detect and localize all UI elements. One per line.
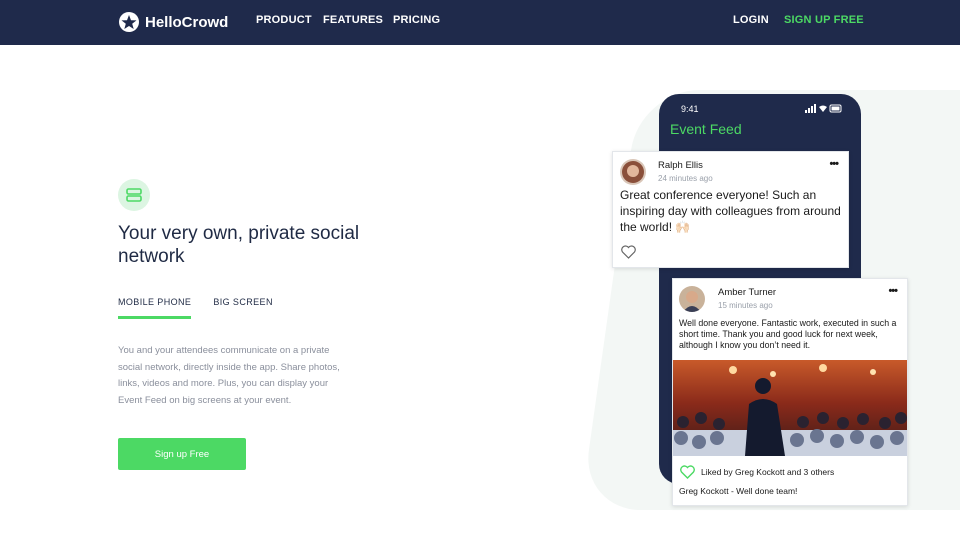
post-photo [673,360,907,456]
post-time: 24 minutes ago [658,174,713,183]
likes-summary[interactable]: Liked by Greg Kockott and 3 others [701,467,834,477]
sign-up-free-button[interactable]: Sign up Free [118,438,246,470]
brand-logo[interactable]: HelloCrowd [118,10,228,34]
post-author: Amber Turner [718,287,777,298]
login-link[interactable]: LOGIN [733,14,769,26]
signal-wifi-battery-icon [805,104,843,115]
nav-link-pricing[interactable]: PRICING [393,14,440,26]
nav-link-product[interactable]: PRODUCT [256,14,312,26]
signup-free-link[interactable]: SIGN UP FREE [784,14,864,26]
hero-description: You and your attendees communicate on a … [118,345,340,406]
top-navbar: HelloCrowd PRODUCT FEATURES PRICING LOGI… [0,0,960,45]
status-bar-time: 9:41 [681,104,699,114]
post-comment: Greg Kockott - Well done team! [679,486,798,496]
like-heart-icon[interactable] [621,245,636,259]
post-time: 15 minutes ago [718,301,773,310]
server-stack-icon [118,179,150,211]
avatar [679,286,705,312]
nav-link-features[interactable]: FEATURES [323,14,383,26]
brand-name: HelloCrowd [145,13,229,31]
hero-headline: Your very own, private social network [118,223,360,267]
liked-heart-icon[interactable] [680,465,695,479]
view-tabs: MOBILE PHONE BIG SCREEN [118,297,273,319]
feed-post-card: Ralph Ellis 24 minutes ago ••• Great con… [612,151,849,268]
event-feed-title: Event Feed [670,121,742,137]
more-options-icon[interactable]: ••• [888,285,898,297]
tab-big-screen[interactable]: BIG SCREEN [213,297,273,319]
post-author: Ralph Ellis [658,160,703,171]
post-text: Well done everyone. Fantastic work, exec… [679,318,897,350]
post-text: Great conference everyone! Such an inspi… [620,188,841,234]
star-logo-icon [119,12,139,32]
more-options-icon[interactable]: ••• [829,158,839,170]
tab-mobile-phone[interactable]: MOBILE PHONE [118,297,192,319]
feed-post-card: Amber Turner 15 minutes ago ••• Well don… [672,278,908,506]
avatar [620,159,646,185]
